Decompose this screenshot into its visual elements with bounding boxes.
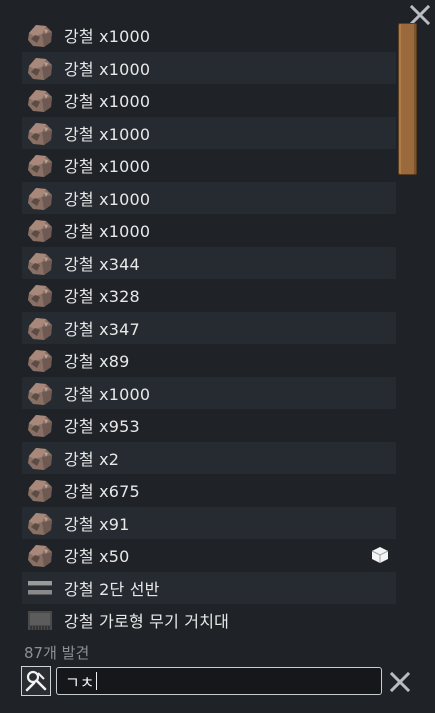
list-item[interactable]: 강철 가로형 무기 거치대 — [22, 604, 396, 637]
steel-chunk-icon — [25, 215, 55, 245]
search-input-value: ㄱㅊ — [65, 673, 95, 692]
steel-chunk-icon — [25, 280, 55, 310]
cube-icon — [370, 545, 390, 565]
list-item[interactable]: 강철 x89 — [22, 344, 396, 377]
close-icon — [389, 671, 411, 693]
search-input[interactable]: ㄱㅊ — [56, 667, 382, 695]
list-item-label: 강철 x675 — [64, 482, 140, 502]
list-item-label: 강철 x2 — [64, 449, 120, 469]
list-item[interactable]: 강철 x1000 — [22, 19, 396, 52]
steel-chunk-icon — [25, 508, 55, 538]
steel-chunk-icon — [25, 345, 55, 375]
list-item-label: 강철 x344 — [64, 254, 140, 274]
list-item-label: 강철 가로형 무기 거치대 — [64, 612, 230, 632]
list-item[interactable]: 강철 x347 — [22, 311, 396, 344]
steel-chunk-icon — [25, 540, 55, 570]
list-item[interactable]: 강철 x328 — [22, 279, 396, 312]
list-item-label: 강철 x91 — [64, 514, 130, 534]
close-icon — [410, 5, 430, 25]
weapon-rack-icon — [25, 605, 55, 635]
steel-chunk-icon — [25, 183, 55, 213]
steel-chunk-icon — [25, 378, 55, 408]
shelf-icon — [25, 573, 55, 603]
list-item[interactable]: 강철 x50 — [22, 539, 396, 572]
list-item-label: 강철 x1000 — [64, 157, 151, 177]
steel-chunk-icon — [25, 443, 55, 473]
list-item-label: 강철 x1000 — [64, 59, 151, 79]
list-item-label: 강철 x50 — [64, 547, 130, 567]
steel-chunk-icon — [25, 313, 55, 343]
list-item[interactable]: 강철 x1000 — [22, 214, 396, 247]
search-results-window: 강철 x1000 강철 x1000 강철 x1000 강철 x1000 강철 x1000… — [0, 0, 435, 713]
list-item-label: 강철 x1000 — [64, 27, 151, 47]
list-item-label: 강철 x89 — [64, 352, 130, 372]
steel-chunk-icon — [25, 410, 55, 440]
list-item-label: 강철 2단 선반 — [64, 579, 160, 599]
list-item[interactable]: 강철 x1000 — [22, 51, 396, 84]
steel-chunk-icon — [25, 150, 55, 180]
results-list: 강철 x1000 강철 x1000 강철 x1000 강철 x1000 강철 x1000… — [22, 19, 396, 637]
list-item-label: 강철 x953 — [64, 417, 140, 437]
list-item[interactable]: 강철 x953 — [22, 409, 396, 442]
list-item-label: 강철 x1000 — [64, 124, 151, 144]
steel-chunk-icon — [25, 475, 55, 505]
list-item[interactable]: 강철 x1000 — [22, 376, 396, 409]
steel-chunk-icon — [25, 118, 55, 148]
list-item[interactable]: 강철 x91 — [22, 506, 396, 539]
list-item-label: 강철 x1000 — [64, 92, 151, 112]
list-item[interactable]: 강철 x675 — [22, 474, 396, 507]
text-caret — [96, 672, 98, 690]
list-item[interactable]: 강철 x1000 — [22, 181, 396, 214]
scrollbar-thumb[interactable] — [398, 23, 417, 175]
steel-chunk-icon — [25, 20, 55, 50]
list-item[interactable]: 강철 x1000 — [22, 116, 396, 149]
tools-icon — [25, 670, 47, 692]
list-item-label: 강철 x1000 — [64, 222, 151, 242]
list-item[interactable]: 강철 x2 — [22, 441, 396, 474]
filter-toggle-button[interactable] — [21, 666, 51, 696]
steel-chunk-icon — [25, 53, 55, 83]
list-item[interactable]: 강철 x344 — [22, 246, 396, 279]
steel-chunk-icon — [25, 248, 55, 278]
clear-search-button[interactable] — [388, 670, 412, 694]
list-item[interactable]: 강철 2단 선반 — [22, 571, 396, 604]
steel-chunk-icon — [25, 85, 55, 115]
list-item-label: 강철 x347 — [64, 319, 140, 339]
list-item-label: 강철 x328 — [64, 287, 140, 307]
list-item[interactable]: 강철 x1000 — [22, 149, 396, 182]
list-item-label: 강철 x1000 — [64, 384, 151, 404]
results-count: 87개 발견 — [24, 644, 90, 662]
list-item-label: 강철 x1000 — [64, 189, 151, 209]
list-item[interactable]: 강철 x1000 — [22, 84, 396, 117]
